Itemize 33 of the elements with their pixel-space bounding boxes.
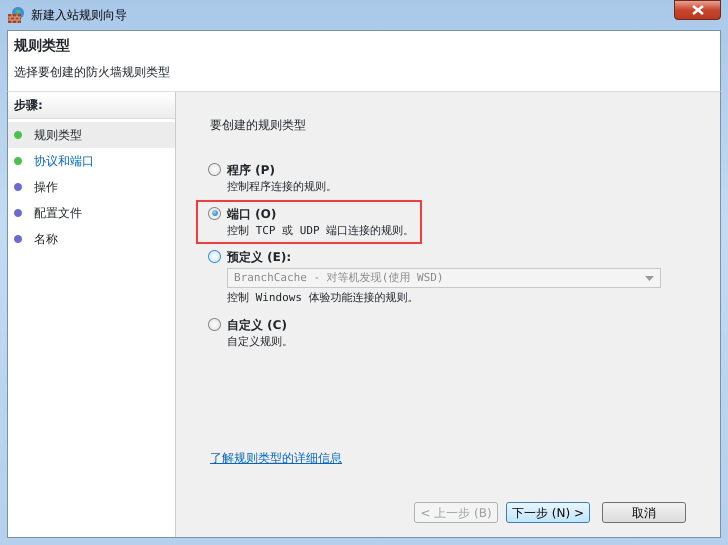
wizard-button[interactable]: 下一步 (N) > — [506, 502, 590, 523]
step-item[interactable]: 协议和端口 — [8, 148, 175, 174]
radio-button[interactable] — [208, 318, 221, 330]
step-label: 协议和端口 — [34, 153, 94, 170]
step-label: 配置文件 — [34, 205, 82, 222]
option-label[interactable]: 程序 (P) — [227, 161, 337, 179]
firewall-icon — [7, 6, 25, 24]
close-button[interactable] — [674, 0, 721, 20]
caret-icon — [645, 276, 654, 280]
step-label: 操作 — [34, 179, 58, 196]
window-title: 新建入站规则向导 — [31, 7, 127, 24]
option-description: 控制程序连接的规则。 — [227, 179, 337, 195]
page-subtitle: 选择要创建的防火墙规则类型 — [14, 64, 171, 81]
radio-button[interactable] — [208, 250, 221, 263]
page-title: 规则类型 — [14, 37, 71, 56]
step-item[interactable]: 配置文件 — [8, 200, 175, 226]
radio-button[interactable] — [208, 206, 221, 220]
step-item[interactable]: 规则类型 — [8, 122, 175, 148]
step-item[interactable]: 操作 — [8, 174, 175, 200]
help-link[interactable]: 了解规则类型的详细信息 — [210, 449, 342, 467]
option-description: 控制 TCP 或 UDP 端口连接的规则。 — [227, 222, 414, 238]
step-label: 名称 — [34, 231, 58, 248]
prompt-text: 要创建的规则类型 — [210, 117, 307, 134]
option-label[interactable]: 端口 (O) — [227, 204, 414, 222]
step-item[interactable]: 名称 — [8, 226, 175, 252]
step-label: 规则类型 — [34, 127, 82, 144]
option-label[interactable]: 自定义 (C) — [227, 316, 293, 334]
option-description: 自定义规则。 — [227, 334, 293, 350]
option-description: 控制 Windows 体验功能连接的规则。 — [227, 290, 420, 306]
close-icon — [692, 5, 704, 15]
radio-button[interactable] — [208, 163, 221, 176]
option-label[interactable]: 预定义 (E): — [227, 248, 661, 266]
wizard-button[interactable]: 取消 — [602, 502, 686, 523]
